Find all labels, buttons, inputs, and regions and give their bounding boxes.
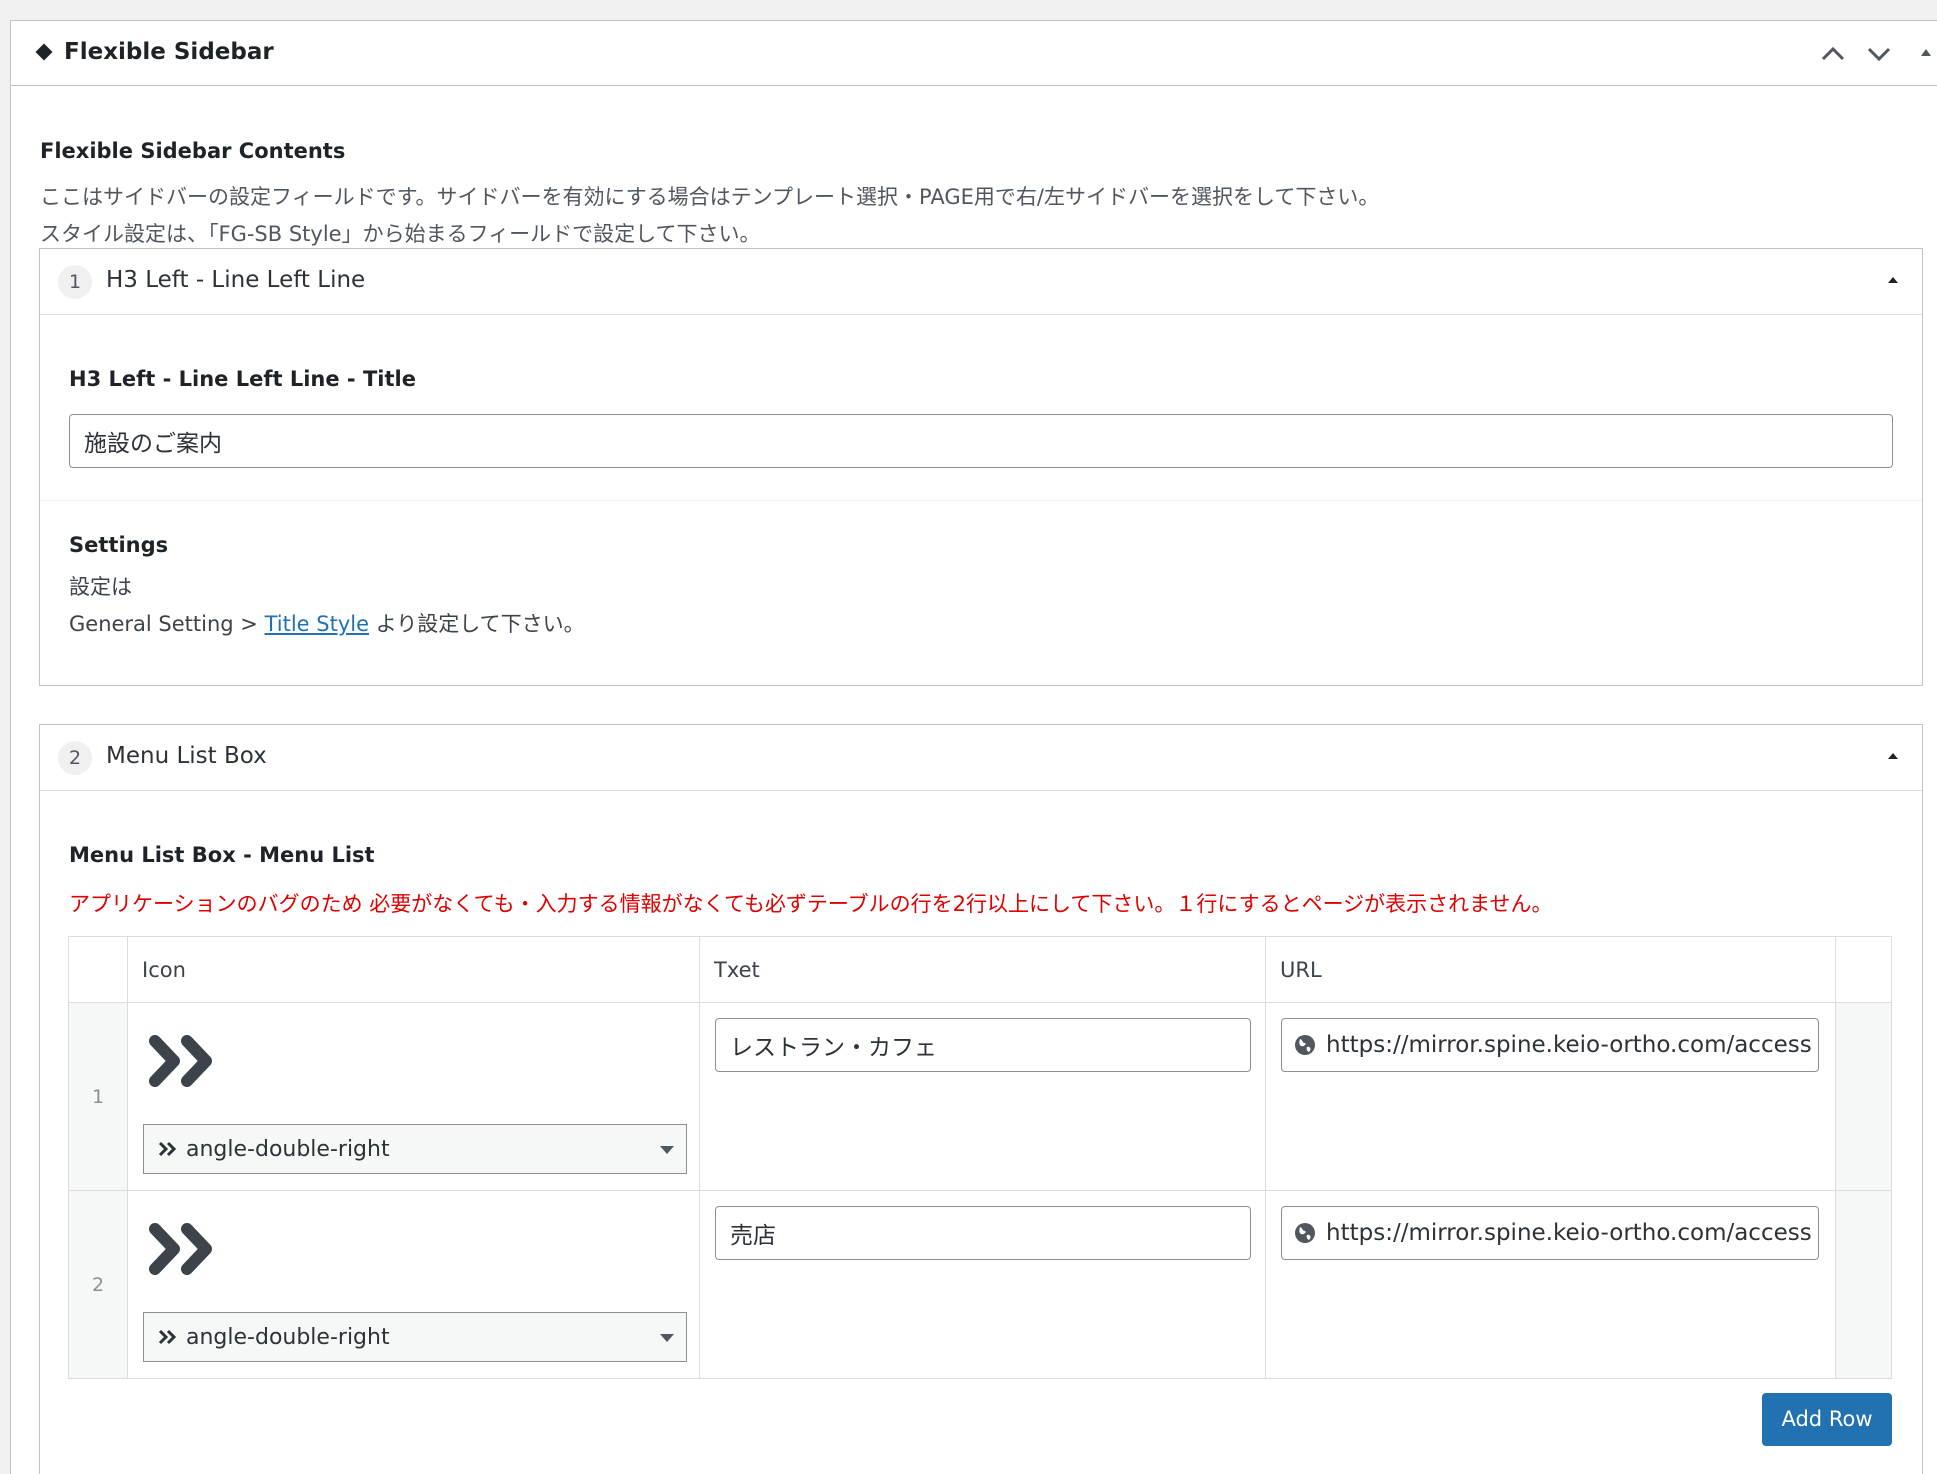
layout-order-badge[interactable]: 1 <box>58 265 92 299</box>
text-input[interactable]: 売店 <box>715 1206 1251 1260</box>
row-drag-handle[interactable]: 1 <box>69 1003 127 1190</box>
title-field-label: H3 Left - Line Left Line - Title <box>69 367 416 391</box>
settings-label: Settings <box>69 533 169 557</box>
add-row-button[interactable]: Add Row <box>1762 1393 1892 1446</box>
field-divider <box>40 500 1922 501</box>
column-divider <box>127 937 128 1378</box>
globe-icon <box>1295 1035 1315 1055</box>
row-actions[interactable] <box>1835 1003 1891 1190</box>
menu-list-table: Icon Txet URL 1 angle-double-right レストラン… <box>68 936 1892 1379</box>
angle-double-right-icon <box>149 1223 212 1275</box>
move-down-button[interactable] <box>1864 39 1894 69</box>
title-input[interactable]: 施設のご案内 <box>69 414 1893 468</box>
chevron-down-icon <box>1867 47 1891 62</box>
layout-handle[interactable]: 1 H3 Left - Line Left Line <box>40 249 1922 315</box>
settings-message: 設定は General Setting > Title Style より設定して… <box>69 569 585 643</box>
icon-select[interactable]: angle-double-right <box>143 1124 687 1174</box>
description-title: Flexible Sidebar Contents <box>40 139 346 163</box>
toggle-panel-button[interactable] <box>1911 39 1937 69</box>
layout-name[interactable]: Menu List Box <box>106 743 267 769</box>
select-caret-icon <box>660 1146 674 1154</box>
warning-message: アプリケーションのバグのため 必要がなくても・入力する情報がなくても必ずテーブル… <box>69 892 1553 916</box>
collapse-triangle-icon[interactable] <box>1888 277 1898 283</box>
layout-menu-list-box: 2 Menu List Box Menu List Box - Menu Lis… <box>39 724 1923 1474</box>
menu-list-label: Menu List Box - Menu List <box>69 843 375 867</box>
metabox-header[interactable]: Flexible Sidebar <box>11 21 1937 86</box>
text-input[interactable]: レストラン・カフェ <box>715 1018 1251 1072</box>
triangle-up-icon <box>1921 49 1931 56</box>
metabox-title-text: Flexible Sidebar <box>64 39 274 65</box>
description-line-1: ここはサイドバーの設定フィールドです。サイドバーを有効にする場合はテンプレート選… <box>40 185 1380 209</box>
icon-select[interactable]: angle-double-right <box>143 1312 687 1362</box>
url-input[interactable]: https://mirror.spine.keio-ortho.com/acce… <box>1281 1206 1819 1260</box>
metabox-title[interactable]: Flexible Sidebar <box>35 39 274 65</box>
icon-select-value: angle-double-right <box>186 1324 390 1350</box>
angle-double-right-icon <box>158 1329 177 1345</box>
settings-prefix: General Setting > <box>69 612 265 636</box>
column-divider <box>1835 937 1836 1378</box>
collapse-triangle-icon[interactable] <box>1888 753 1898 759</box>
angle-double-right-icon <box>149 1035 212 1087</box>
move-up-button[interactable] <box>1818 39 1848 69</box>
layout-h3-left-line: 1 H3 Left - Line Left Line H3 Left - Lin… <box>39 248 1923 686</box>
url-input[interactable]: https://mirror.spine.keio-ortho.com/acce… <box>1281 1018 1819 1072</box>
description: ここはサイドバーの設定フィールドです。サイドバーを有効にする場合はテンプレート選… <box>40 179 1379 253</box>
column-divider <box>1265 937 1266 1378</box>
column-divider <box>699 937 700 1378</box>
icon-select-value: angle-double-right <box>186 1136 390 1162</box>
settings-message-line-1: 設定は <box>69 575 132 599</box>
url-value: https://mirror.spine.keio-ortho.com/acce… <box>1326 1032 1812 1058</box>
settings-message-line-2: General Setting > Title Style より設定して下さい。 <box>69 606 585 643</box>
flexible-sidebar-metabox: Flexible Sidebar Flexible Sidebar Conten… <box>10 20 1937 1474</box>
angle-double-right-icon <box>158 1141 177 1157</box>
row-actions[interactable] <box>1835 1191 1891 1378</box>
column-header-text: Txet <box>714 958 760 982</box>
layout-name[interactable]: H3 Left - Line Left Line <box>106 267 365 293</box>
select-caret-icon <box>660 1334 674 1342</box>
diamond-icon <box>35 43 53 61</box>
settings-suffix: より設定して下さい。 <box>369 612 585 636</box>
title-style-link[interactable]: Title Style <box>265 612 369 636</box>
url-value: https://mirror.spine.keio-ortho.com/acce… <box>1326 1220 1812 1246</box>
table-row: 2 angle-double-right 売店 https://mirror.s… <box>69 1191 1891 1379</box>
table-header-row: Icon Txet URL <box>69 937 1891 1003</box>
layout-order-badge[interactable]: 2 <box>58 741 92 775</box>
chevron-up-icon <box>1821 46 1845 61</box>
row-drag-handle[interactable]: 2 <box>69 1191 127 1378</box>
table-row: 1 angle-double-right レストラン・カフェ https://m… <box>69 1003 1891 1191</box>
globe-icon <box>1295 1223 1315 1243</box>
column-header-url: URL <box>1280 958 1322 982</box>
column-header-icon: Icon <box>142 958 186 982</box>
layout-handle[interactable]: 2 Menu List Box <box>40 725 1922 791</box>
